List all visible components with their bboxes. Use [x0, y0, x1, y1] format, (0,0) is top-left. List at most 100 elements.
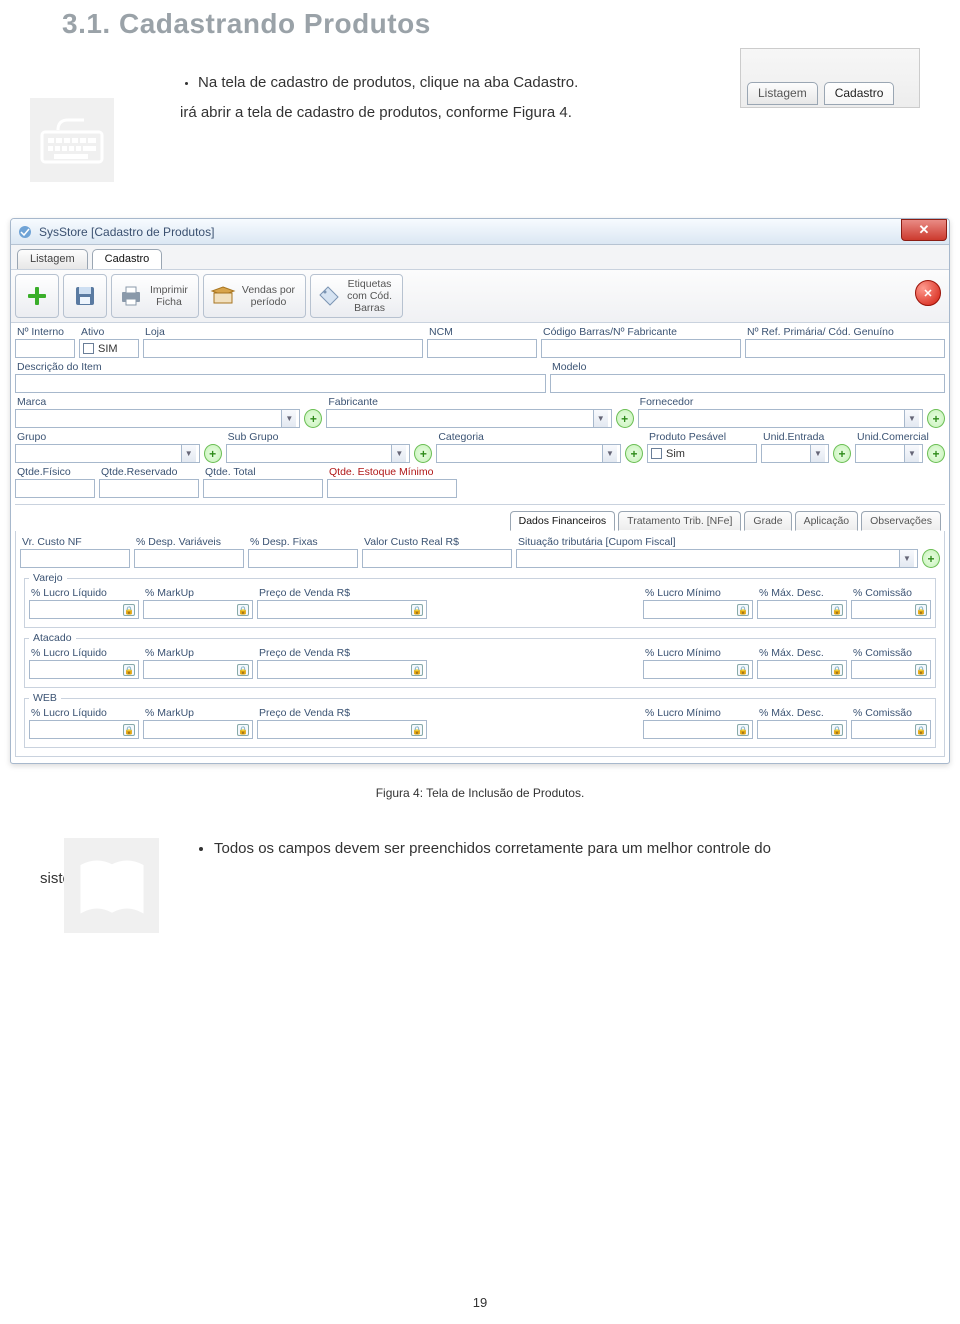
atacado-preco-input[interactable]: 🔒: [257, 660, 427, 679]
qtde-reservado-input[interactable]: [99, 479, 199, 498]
chevron-down-icon[interactable]: ▼: [904, 410, 919, 427]
mini-tab-listagem[interactable]: Listagem: [747, 82, 818, 105]
toolbar-close-button[interactable]: ✕: [915, 280, 941, 306]
lock-icon[interactable]: 🔒: [831, 724, 843, 736]
add-unid-comercial-button[interactable]: +: [927, 444, 945, 463]
varejo-maxdesc-input[interactable]: 🔒: [757, 600, 847, 619]
qtde-min-input[interactable]: [327, 479, 457, 498]
lock-icon[interactable]: 🔒: [915, 664, 927, 676]
web-maxdesc-input[interactable]: 🔒: [757, 720, 847, 739]
custo-real-input[interactable]: [362, 549, 512, 568]
lock-icon[interactable]: 🔒: [915, 724, 927, 736]
chevron-down-icon[interactable]: ▼: [602, 445, 617, 462]
chevron-down-icon[interactable]: ▼: [904, 445, 919, 462]
lock-icon[interactable]: 🔒: [737, 664, 749, 676]
web-lucro-input[interactable]: 🔒: [29, 720, 139, 739]
inner-tab-obs[interactable]: Observações: [861, 511, 941, 531]
inner-tab-grade[interactable]: Grade: [744, 511, 791, 531]
atacado-lucro-input[interactable]: 🔒: [29, 660, 139, 679]
grupo-select[interactable]: ▼: [15, 444, 200, 463]
no-interno-input[interactable]: [15, 339, 75, 358]
loja-input[interactable]: [143, 339, 423, 358]
modelo-input[interactable]: [550, 374, 945, 393]
chevron-down-icon[interactable]: ▼: [593, 410, 608, 427]
lock-icon[interactable]: 🔒: [915, 604, 927, 616]
atacado-lucromin-input[interactable]: 🔒: [643, 660, 753, 679]
desp-var-input[interactable]: [134, 549, 244, 568]
chevron-down-icon[interactable]: ▼: [899, 550, 914, 567]
varejo-markup-input[interactable]: 🔒: [143, 600, 253, 619]
add-grupo-button[interactable]: +: [204, 444, 222, 463]
fabricante-select[interactable]: ▼: [326, 409, 611, 428]
fornecedor-select[interactable]: ▼: [638, 409, 923, 428]
add-categoria-button[interactable]: +: [625, 444, 643, 463]
descricao-input[interactable]: [15, 374, 546, 393]
add-subgrupo-button[interactable]: +: [414, 444, 432, 463]
lock-icon[interactable]: 🔒: [411, 724, 423, 736]
window-close-button[interactable]: ✕: [901, 219, 947, 241]
chevron-down-icon[interactable]: ▼: [281, 410, 296, 427]
section-heading: 3.1. Cadastrando Produtos: [62, 8, 920, 40]
save-button[interactable]: [63, 274, 107, 318]
ncm-input[interactable]: [427, 339, 537, 358]
atacado-comissao-input[interactable]: 🔒: [851, 660, 931, 679]
qtde-fisico-input[interactable]: [15, 479, 95, 498]
inner-tab-trat-trib[interactable]: Tratamento Trib. [NFe]: [618, 511, 741, 531]
add-marca-button[interactable]: +: [304, 409, 322, 428]
web-lucromin-input[interactable]: 🔒: [643, 720, 753, 739]
tab-listagem[interactable]: Listagem: [17, 249, 88, 269]
lock-icon[interactable]: 🔒: [123, 664, 135, 676]
lock-icon[interactable]: 🔒: [237, 664, 249, 676]
qtde-total-input[interactable]: [203, 479, 323, 498]
chevron-down-icon[interactable]: ▼: [810, 445, 825, 462]
web-preco-input[interactable]: 🔒: [257, 720, 427, 739]
custo-nf-input[interactable]: [20, 549, 130, 568]
imprimir-button[interactable]: Imprimir Ficha: [111, 274, 199, 318]
ncm-label: NCM: [427, 325, 537, 339]
varejo-preco-input[interactable]: 🔒: [257, 600, 427, 619]
add-fornecedor-button[interactable]: +: [927, 409, 945, 428]
new-button[interactable]: [15, 274, 59, 318]
web-comissao-input[interactable]: 🔒: [851, 720, 931, 739]
ativo-checkbox[interactable]: SIM: [79, 339, 139, 358]
marca-select[interactable]: ▼: [15, 409, 300, 428]
atacado-lucromin-label: % Lucro Mínimo: [643, 646, 753, 660]
categoria-select[interactable]: ▼: [436, 444, 621, 463]
tab-cadastro[interactable]: Cadastro: [92, 249, 163, 269]
lock-icon[interactable]: 🔒: [411, 664, 423, 676]
lock-icon[interactable]: 🔒: [123, 604, 135, 616]
no-ref-input[interactable]: [745, 339, 945, 358]
etiquetas-button[interactable]: Etiquetas com Cód. Barras: [310, 274, 403, 318]
codigo-barras-input[interactable]: [541, 339, 741, 358]
lock-icon[interactable]: 🔒: [411, 604, 423, 616]
add-fabricante-button[interactable]: +: [616, 409, 634, 428]
atacado-maxdesc-input[interactable]: 🔒: [757, 660, 847, 679]
lock-icon[interactable]: 🔒: [123, 724, 135, 736]
unid-entrada-select[interactable]: ▼: [761, 444, 829, 463]
lock-icon[interactable]: 🔒: [831, 604, 843, 616]
add-sit-trib-button[interactable]: +: [922, 549, 940, 568]
vendas-button[interactable]: Vendas por período: [203, 274, 306, 318]
inner-tab-dados-fin[interactable]: Dados Financeiros: [510, 511, 616, 531]
lock-icon[interactable]: 🔒: [737, 604, 749, 616]
web-markup-input[interactable]: 🔒: [143, 720, 253, 739]
unid-comercial-select[interactable]: ▼: [855, 444, 923, 463]
varejo-lucromin-input[interactable]: 🔒: [643, 600, 753, 619]
pesavel-checkbox[interactable]: Sim: [647, 444, 757, 463]
qtde-min-label: Qtde. Estoque Mínimo: [327, 465, 457, 479]
chevron-down-icon[interactable]: ▼: [391, 445, 406, 462]
varejo-comissao-input[interactable]: 🔒: [851, 600, 931, 619]
varejo-lucro-input[interactable]: 🔒: [29, 600, 139, 619]
lock-icon[interactable]: 🔒: [737, 724, 749, 736]
subgrupo-select[interactable]: ▼: [226, 444, 411, 463]
lock-icon[interactable]: 🔒: [237, 724, 249, 736]
atacado-markup-input[interactable]: 🔒: [143, 660, 253, 679]
inner-tab-aplicacao[interactable]: Aplicação: [795, 511, 859, 531]
add-unid-entrada-button[interactable]: +: [833, 444, 851, 463]
mini-tab-cadastro[interactable]: Cadastro: [824, 82, 895, 105]
lock-icon[interactable]: 🔒: [831, 664, 843, 676]
lock-icon[interactable]: 🔒: [237, 604, 249, 616]
desp-fixas-input[interactable]: [248, 549, 358, 568]
sit-trib-select[interactable]: ▼: [516, 549, 918, 568]
chevron-down-icon[interactable]: ▼: [181, 445, 196, 462]
